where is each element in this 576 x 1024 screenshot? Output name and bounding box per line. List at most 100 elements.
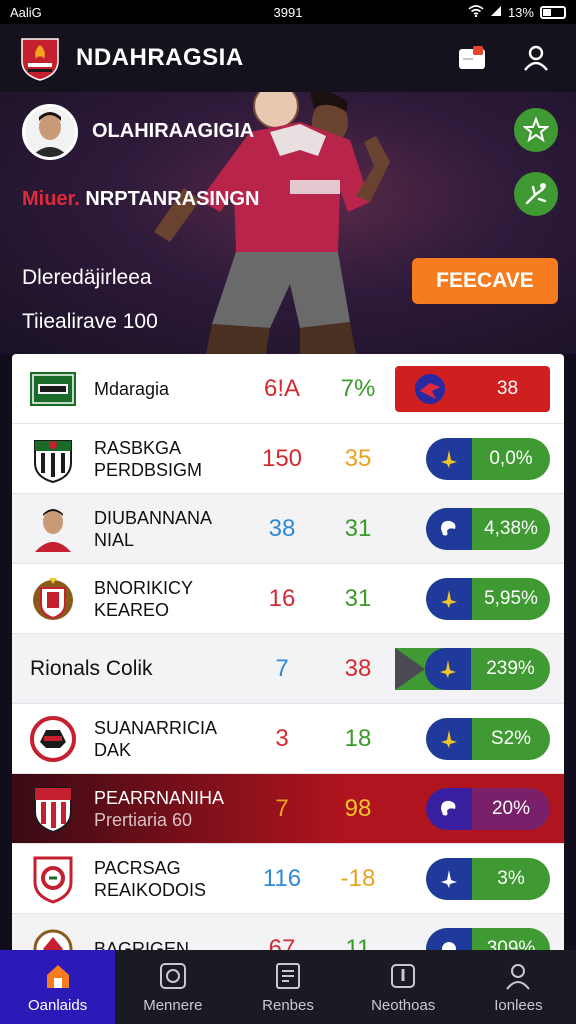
wifi-icon [468,4,484,20]
rate-value: 0,0% [489,447,533,469]
nav-label: Ionlees [494,996,543,1014]
stat-primary: 7 [275,654,289,682]
badge-icon [426,437,472,480]
rate-pill[interactable]: 0,0% [426,437,550,480]
club-crest-icon [30,926,76,950]
table-row[interactable]: BAGRIGEN 67 11 309% [12,914,564,950]
home-icon [43,961,73,991]
stat-primary: 16 [268,584,296,612]
table-row[interactable]: SUANARRICIA DAK 3 18 S2% [12,704,564,774]
table-row[interactable]: RASBKGA PERDBSIGM 150 35 0,0% [12,424,564,494]
battery-icon [539,5,566,19]
team-name: Rionals Colik [30,656,153,680]
signal-icon [490,5,502,20]
player-detail-prefix: Miuer. [22,188,80,210]
club-crest-icon [30,436,76,483]
nav-label: Renbes [262,996,314,1014]
rate-pill[interactable]: S2% [426,717,550,760]
team-subtitle: NIAL [94,529,135,550]
table-row[interactable]: DIUBANNANA NIAL 38 31 4,38% [12,494,564,564]
rate-value: S2% [490,727,532,749]
team-subtitle: Prertiaria 60 [94,809,193,830]
rate-value: 239% [486,657,535,679]
badge-icon [426,927,472,950]
list-icon [273,961,303,991]
star-icon[interactable] [514,108,558,152]
user-icon[interactable] [516,38,556,78]
stat-secondary: 11 [345,934,371,951]
badge-icon [426,787,472,830]
shield-logo-icon[interactable] [20,35,60,81]
nav-item-list[interactable]: Renbes [230,950,345,1024]
table-row[interactable]: Rionals Colik 7 38 239% [12,634,564,704]
club-crest-icon [30,715,76,762]
badge-icon [395,368,465,410]
stat-secondary: 98 [344,794,372,822]
table-row[interactable]: BNORIKICY KEAREO 16 31 5,95% [12,564,564,634]
rate-pill[interactable]: 239% [395,647,550,690]
team-name: Mdaragia [94,378,170,399]
badge-icon [426,717,472,760]
soccer-kick-icon[interactable] [514,172,558,216]
nav-item-stats[interactable]: Neothoas [346,950,461,1024]
standings-table: Mdaragia 6!A 7% 38 RASBKGA PERDBSIGM 150… [12,354,564,950]
rate-value: 4,38% [484,517,538,539]
cta-button[interactable]: FEECAVE [412,258,558,304]
nav-item-profile[interactable]: Ionlees [461,950,576,1024]
table-row-highlighted[interactable]: PEARRNANIHA Prertiaria 60 7 98 20% [12,774,564,844]
stat-primary: 150 [261,444,303,472]
user-icon [503,961,533,991]
stat-secondary: 18 [344,724,372,752]
rate-value: 5,95% [484,587,538,609]
rate-pill[interactable]: 20% [426,787,550,830]
team-name: BAGRIGEN [94,938,190,951]
rate-pill[interactable]: 309% [426,927,550,951]
avatar[interactable] [22,104,78,160]
team-name: DIUBANNANA [94,507,213,528]
badge-icon [425,647,471,690]
team-banner-icon [30,366,76,412]
battery-label: 13% [507,4,534,20]
hero-subtitle-1: Dleredäjirleea [22,266,152,289]
stat-secondary: 31 [344,514,372,542]
stat-secondary: 38 [344,654,372,682]
table-row[interactable]: Mdaragia 6!A 7% 38 [12,354,564,424]
player-avatar-icon [30,506,76,552]
nav-label: Oanlaids [28,996,88,1014]
status-bar: AaliG 3991 13% [0,0,576,24]
rate-value: 20% [491,797,531,819]
rate-pill[interactable]: 5,95% [426,577,550,620]
stat-secondary: 35 [344,444,372,472]
app-title: NDAHRAGSIA [76,44,244,71]
club-crest-icon [30,576,76,622]
badge-icon [426,507,472,550]
stat-secondary: 31 [344,584,372,612]
rate-pill[interactable]: 4,38% [426,507,550,550]
rate-pill[interactable]: 3% [426,857,550,900]
stat-primary: 67 [268,934,296,951]
rate-pill[interactable]: 38 [395,365,550,412]
stats-icon [388,961,418,991]
nav-item-menu[interactable]: Mennere [115,950,230,1024]
stat-primary: 38 [268,514,296,542]
player-detail-name: NRPTANRASINGN [85,188,260,210]
team-name: PEARRNANIHA [94,787,225,808]
stat-primary: 3 [275,724,289,752]
player-name: OLAHIRAAGIGIA [92,120,255,142]
stat-secondary: -18 [340,864,376,892]
cart-icon[interactable] [452,38,492,78]
team-subtitle: PERDBSIGM [94,459,203,480]
nav-item-home[interactable]: Oanlaids [0,950,116,1024]
nav-label: Mennere [143,996,203,1014]
clock: 3991 [273,4,303,20]
team-name: SUANARRICIA [94,717,218,738]
nav-label: Neothoas [371,996,436,1014]
carrier-label: AaliG [10,4,42,20]
rate-value: 38 [496,377,519,399]
team-subtitle: REAIKODOIS [94,879,207,900]
team-name: RASBKGA [94,437,182,458]
table-row[interactable]: PACRSAG REAIKODOIS 116 -18 3% [12,844,564,914]
stat-primary: 116 [262,864,302,892]
rate-value: 309% [486,937,536,951]
rate-value: 3% [497,867,525,889]
